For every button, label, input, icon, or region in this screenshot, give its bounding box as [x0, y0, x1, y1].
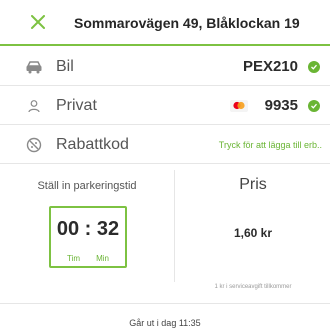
car-icon [24, 57, 44, 77]
person-icon [24, 96, 44, 116]
discount-icon [24, 135, 44, 155]
check-icon [308, 60, 320, 73]
parking-time-label: Ställ in parkeringstid [37, 180, 137, 192]
add-discount-link[interactable]: Tryck för att lägga till erb.. [219, 140, 322, 150]
discount-label: Rabattkod [56, 135, 129, 153]
account-row[interactable]: Privat 9935 [0, 87, 330, 125]
check-icon [308, 99, 320, 112]
vehicle-plate: PEX210 [242, 58, 298, 75]
parking-time-panel: Ställ in parkeringstid 00 : 32 Tim Min [0, 170, 175, 282]
time-picker[interactable]: 00 : 32 Tim Min [49, 206, 127, 268]
account-label: Privat [56, 96, 97, 114]
card-number: 9935 [264, 97, 298, 114]
hours-unit: Tim [67, 254, 81, 263]
divider [0, 303, 330, 304]
close-button[interactable] [26, 10, 50, 34]
price-label: Pris [239, 176, 267, 193]
minutes-unit: Min [96, 254, 109, 263]
fee-note: 1 kr i serviceavgift tillkommer [214, 284, 292, 290]
price-panel: Pris 1,60 kr 1 kr i serviceavgift tillko… [176, 170, 330, 290]
discount-row[interactable]: Rabattkod Tryck för att lägga till erb.. [0, 126, 330, 164]
expiry-text: Går ut i dag 11:35 [129, 318, 201, 328]
price-value: 1,60 kr [233, 226, 273, 240]
header: Sommarovägen 49, Blåklockan 19 [0, 0, 330, 46]
vehicle-row[interactable]: Bil PEX210 [0, 48, 330, 86]
card-icon [230, 99, 248, 112]
vehicle-label: Bil [56, 57, 74, 75]
close-icon [31, 15, 45, 29]
page-title: Sommarovägen 49, Blåklockan 19 [74, 15, 300, 31]
time-value: 00 : 32 [56, 218, 120, 240]
